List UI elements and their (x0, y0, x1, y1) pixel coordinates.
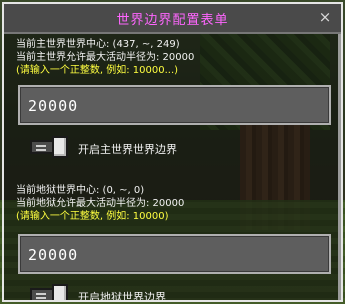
nether-center-text: 当前地狱世界中心: (0, ~, 0) (16, 185, 145, 196)
overworld-border-toggle[interactable] (30, 136, 70, 158)
nether-prompt-text: (请输入一个正整数, 例如: 10000) (16, 211, 169, 222)
dialog-titlebar: 世界边界配置表单 × (4, 4, 341, 34)
toggle-knob (52, 284, 68, 300)
overworld-radius-text: 当前主世界允许最大活动半径为: 20000 (16, 52, 195, 63)
overworld-radius-input[interactable]: 20000 (18, 85, 331, 125)
nether-border-toggle[interactable] (30, 284, 70, 300)
dialog-title: 世界边界配置表单 (116, 13, 229, 28)
world-border-config-dialog: 世界边界配置表单 × 当前主世界世界中心: (437, ~, 249) 当前主世… (2, 2, 343, 302)
toggle-knob (52, 136, 68, 158)
overworld-center-text: 当前主世界世界中心: (437, ~, 249) (16, 39, 180, 50)
toggle-off-marks-icon (36, 145, 46, 151)
overworld-radius-input-value: 20000 (28, 97, 79, 115)
close-icon[interactable]: × (317, 8, 333, 26)
nether-border-toggle-label: 开启地狱世界边界 (78, 291, 166, 300)
nether-radius-input[interactable]: 20000 (18, 234, 331, 274)
toggle-off-marks-icon (36, 293, 46, 299)
overworld-prompt-text: (请输入一个正整数, 例如: 10000...) (16, 65, 179, 76)
dialog-content[interactable]: 当前主世界世界中心: (437, ~, 249) 当前主世界允许最大活动半径为:… (4, 34, 341, 300)
nether-radius-text: 当前地狱允许最大活动半径为: 20000 (16, 198, 185, 209)
overworld-border-toggle-label: 开启主世界世界边界 (78, 143, 177, 156)
scrollbar[interactable] (338, 34, 341, 300)
nether-radius-input-value: 20000 (28, 246, 79, 264)
game-viewport: 世界边界配置表单 × 当前主世界世界中心: (437, ~, 249) 当前主世… (0, 0, 345, 304)
